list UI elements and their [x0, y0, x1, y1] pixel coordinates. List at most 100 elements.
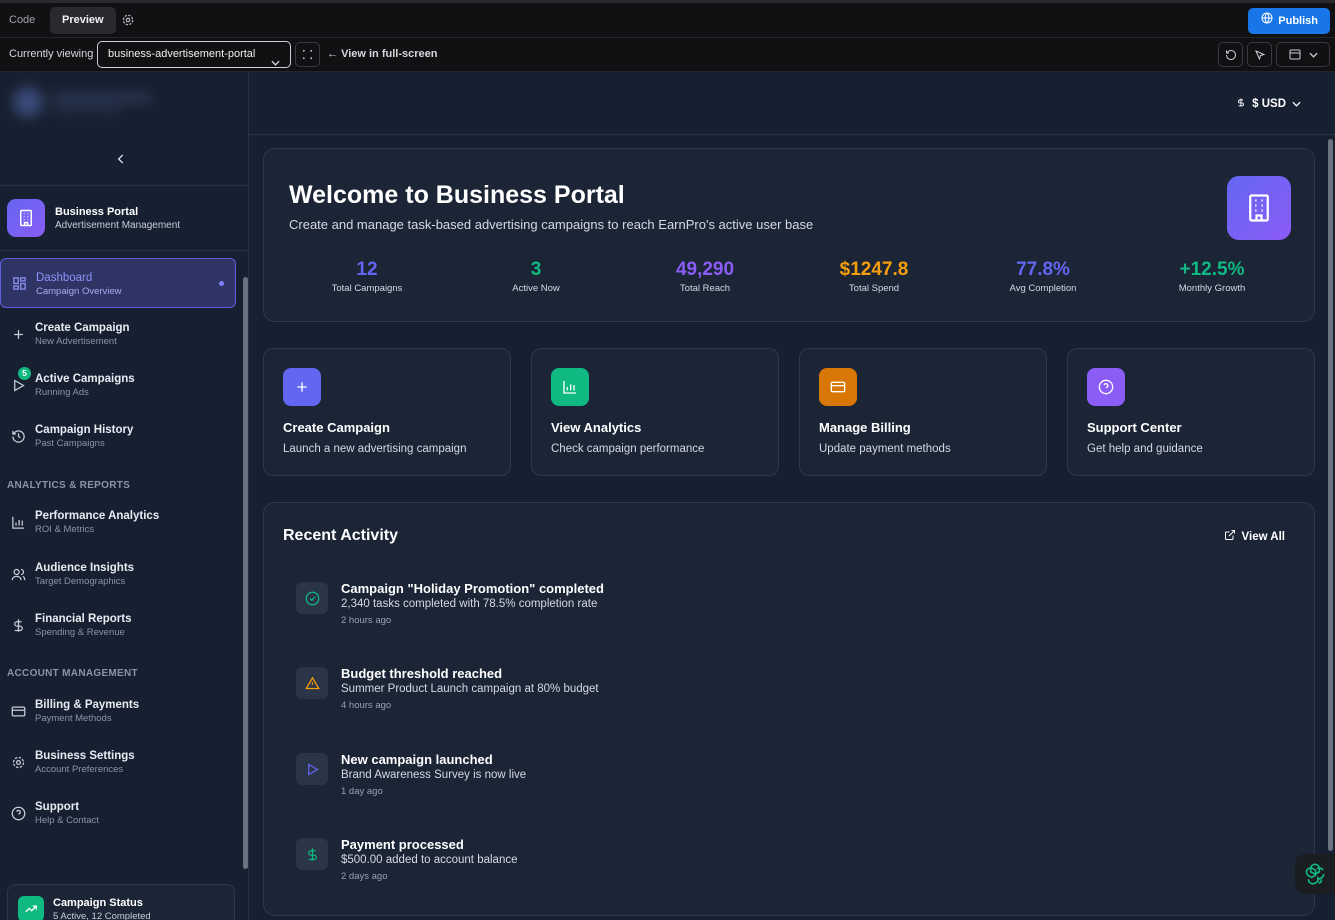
brand-subtitle: Advertisement Management — [55, 219, 181, 231]
divider — [0, 185, 248, 186]
stat-label: Total Spend — [848, 283, 900, 294]
campaign-status-card[interactable]: Campaign Status 5 Active, 12 Completed — [7, 884, 235, 920]
fullscreen-link[interactable]: ← View in full-screen — [327, 48, 437, 60]
check-circle-icon — [296, 582, 328, 614]
quick-action-subtitle: Check campaign performance — [551, 443, 705, 455]
preview-toolbar: Currently viewing business-advertisement… — [0, 38, 1335, 72]
activity-time: 2 days ago — [341, 871, 388, 882]
activity-title: New campaign launched — [341, 752, 493, 767]
gear-icon — [10, 754, 26, 770]
fullscreen-label: View in full-screen — [341, 48, 438, 60]
quick-action-subtitle: Launch a new advertising campaign — [283, 443, 467, 455]
section-heading-analytics: ANALYTICS & REPORTS — [7, 480, 131, 491]
sidebar-item-label: Business Settings — [35, 750, 135, 762]
dollar-icon — [296, 838, 328, 870]
viewport-button[interactable] — [1276, 42, 1330, 67]
credit-card-icon — [10, 703, 26, 719]
tab-preview[interactable]: Preview — [50, 7, 116, 34]
chevron-down-icon — [1308, 52, 1318, 58]
activity-time: 4 hours ago — [341, 700, 392, 711]
brand-title: Business Portal — [55, 205, 139, 218]
tab-code[interactable]: Code — [0, 7, 44, 34]
quick-action-title: Create Campaign — [283, 420, 390, 435]
sidebar-item-sublabel: Spending & Revenue — [35, 627, 125, 638]
trending-up-icon — [18, 896, 44, 920]
chevron-down-icon — [1292, 98, 1301, 110]
stat-active-now: 3 Active Now — [466, 259, 606, 294]
collapse-sidebar-button[interactable] — [114, 152, 128, 171]
grid-icon — [11, 275, 27, 291]
stat-label: Avg Completion — [1009, 283, 1077, 294]
sidebar-item-label: Campaign History — [35, 424, 134, 436]
activity-item[interactable]: Campaign "Holiday Promotion" completed 2… — [296, 575, 1286, 645]
stat-value: 77.8% — [1016, 259, 1070, 280]
sidebar-item-sublabel: Help & Contact — [35, 815, 99, 826]
currency-selector[interactable]: $ USD — [1236, 96, 1301, 112]
select-element-button[interactable] — [1247, 42, 1272, 67]
activity-time: 1 day ago — [341, 786, 383, 797]
sidebar-item-support[interactable]: Support Help & Contact — [0, 788, 236, 838]
sidebar-item-active-campaigns[interactable]: 5 Active Campaigns Running Ads — [0, 360, 236, 410]
expand-icon — [302, 49, 313, 60]
view-all-label: View All — [1241, 530, 1285, 543]
activity-time: 2 hours ago — [341, 615, 392, 626]
divider — [0, 250, 248, 251]
credit-card-icon — [819, 368, 857, 406]
sidebar-item-create-campaign[interactable]: Create Campaign New Advertisement — [0, 309, 236, 359]
cursor-icon — [1254, 49, 1265, 60]
quick-action-subtitle: Get help and guidance — [1087, 443, 1203, 455]
sidebar-item-financial-reports[interactable]: Financial Reports Spending & Revenue — [0, 600, 236, 650]
view-all-link[interactable]: View All — [1224, 529, 1285, 544]
publish-button[interactable]: Publish — [1248, 8, 1330, 34]
history-icon — [10, 428, 26, 444]
sidebar-item-sublabel: ROI & Metrics — [35, 524, 95, 535]
brand: Business Portal Advertisement Management — [7, 199, 180, 237]
stat-total-campaigns: 12 Total Campaigns — [297, 259, 437, 294]
arrow-left-icon: ← — [327, 48, 342, 60]
main-scrollbar[interactable] — [1328, 139, 1333, 851]
stat-total-reach: 49,290 Total Reach — [635, 259, 775, 294]
stat-monthly-growth: +12.5% Monthly Growth — [1142, 259, 1282, 294]
activity-item[interactable]: Payment processed $500.00 added to accou… — [296, 831, 1286, 901]
refresh-button[interactable] — [1218, 42, 1243, 67]
quick-action-manage-billing[interactable]: Manage Billing Update payment methods — [799, 348, 1047, 476]
sidebar-item-campaign-history[interactable]: Campaign History Past Campaigns — [0, 411, 236, 461]
expand-button[interactable] — [295, 42, 320, 67]
sidebar-item-dashboard[interactable]: Dashboard Campaign Overview — [0, 258, 236, 308]
activity-item[interactable]: New campaign launched Brand Awareness Su… — [296, 746, 1286, 816]
activity-item[interactable]: Budget threshold reached Summer Product … — [296, 660, 1286, 730]
gear-icon[interactable] — [121, 13, 137, 29]
quick-action-view-analytics[interactable]: View Analytics Check campaign performanc… — [531, 348, 779, 476]
sidebar-item-label: Financial Reports — [35, 613, 132, 625]
refresh-icon — [1225, 49, 1236, 60]
play-icon — [296, 753, 328, 785]
activity-description: $500.00 added to account balance — [341, 854, 518, 866]
sidebar-item-performance-analytics[interactable]: Performance Analytics ROI & Metrics — [0, 497, 236, 547]
sidebar-item-sublabel: Past Campaigns — [35, 438, 105, 449]
globe-icon — [1261, 8, 1273, 34]
quick-action-title: Manage Billing — [819, 420, 911, 435]
sidebar-item-audience-insights[interactable]: Audience Insights Target Demographics — [0, 549, 236, 599]
help-icon — [10, 805, 26, 821]
sidebar-item-label: Performance Analytics — [35, 510, 160, 522]
sidebar-item-label: Audience Insights — [35, 562, 135, 574]
app-header: $ USD — [249, 72, 1335, 135]
ai-assistant-button[interactable] — [1295, 854, 1335, 894]
sidebar-scrollbar[interactable] — [243, 277, 248, 869]
sidebar-item-sublabel: Account Preferences — [35, 764, 124, 775]
help-icon — [1087, 368, 1125, 406]
bar-chart-icon — [10, 514, 26, 530]
status-title: Campaign Status — [53, 897, 143, 909]
sidebar-item-business-settings[interactable]: Business Settings Account Preferences — [0, 737, 236, 787]
activity-description: Brand Awareness Survey is now live — [341, 769, 527, 781]
stat-total-spend: $1247.8 Total Spend — [804, 259, 944, 294]
activity-title: Campaign "Holiday Promotion" completed — [341, 581, 604, 596]
view-select[interactable]: business-advertisement-portal — [97, 41, 291, 68]
count-badge: 5 — [18, 367, 31, 380]
building-icon — [1227, 176, 1291, 240]
sidebar-item-billing[interactable]: Billing & Payments Payment Methods — [0, 686, 236, 736]
external-link-icon — [1224, 529, 1236, 544]
openai-icon — [1305, 863, 1325, 885]
quick-action-create-campaign[interactable]: Create Campaign Launch a new advertising… — [263, 348, 511, 476]
quick-action-support-center[interactable]: Support Center Get help and guidance — [1067, 348, 1315, 476]
